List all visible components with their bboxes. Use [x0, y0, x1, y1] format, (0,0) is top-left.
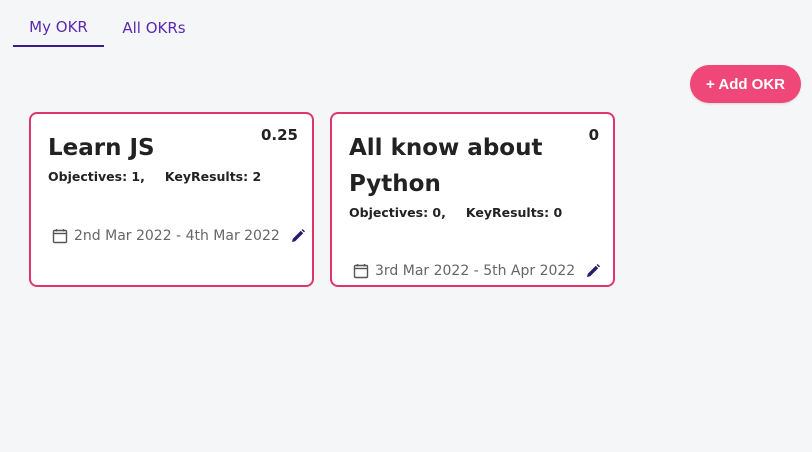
objectives-count: Objectives: 0, [349, 205, 446, 220]
add-okr-button[interactable]: + Add OKR [690, 65, 801, 103]
okr-tabs: My OKR All OKRs [13, 9, 204, 47]
tab-my-okr[interactable]: My OKR [13, 9, 104, 47]
okr-title: Learn JS [48, 135, 155, 161]
date-range-text: 3rd Mar 2022 - 5th Apr 2022 [375, 263, 576, 279]
pencil-icon[interactable] [585, 263, 601, 279]
date-range-text: 2nd Mar 2022 - 4th Mar 2022 [74, 228, 280, 244]
key-results-count: KeyResults: 0 [465, 205, 563, 220]
objectives-count: Objectives: 1, [48, 169, 145, 184]
tab-all-okrs[interactable]: All OKRs [104, 9, 204, 47]
okr-counts: Objectives: 0, KeyResults: 0 [349, 205, 562, 220]
okr-score: 0.25 [260, 126, 298, 144]
pencil-icon[interactable] [290, 228, 306, 244]
okr-title: All know about Python [349, 135, 543, 197]
okr-score: 0 [588, 126, 599, 144]
key-results-count: KeyResults: 2 [164, 169, 262, 184]
okr-date-range: 2nd Mar 2022 - 4th Mar 2022 [52, 228, 306, 244]
okr-date-range: 3rd Mar 2022 - 5th Apr 2022 [353, 263, 601, 279]
okr-card[interactable]: 0 All know about Python Objectives: 0, Ke… [330, 112, 615, 287]
calendar-icon [353, 264, 369, 279]
okr-card[interactable]: 0.25 Learn JS Objectives: 1, KeyResults: … [29, 112, 314, 287]
calendar-icon [52, 229, 68, 244]
okr-counts: Objectives: 1, KeyResults: 2 [48, 169, 261, 184]
